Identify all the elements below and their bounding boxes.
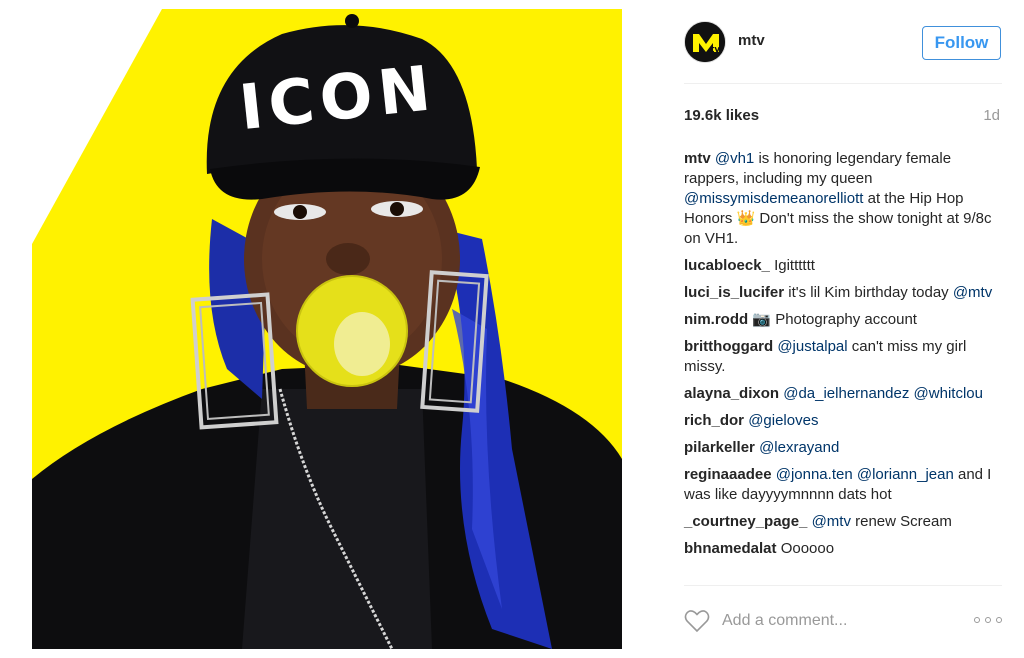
post-caption: mtv @vh1 is honoring legendary female ra… <box>684 149 1002 249</box>
comment-username[interactable]: nim.rodd <box>684 311 748 328</box>
post-header: tv mtv Follow <box>684 19 1002 63</box>
post-side-panel: tv mtv Follow 19.6k likes 1d mtv @vh1 is… <box>684 9 1002 649</box>
svg-text:tv: tv <box>710 45 720 55</box>
comment-text: Igitttttt <box>774 257 815 274</box>
post-username[interactable]: mtv <box>738 32 765 49</box>
mtv-logo-icon[interactable]: tv <box>684 21 726 63</box>
comment-item: lucabloeck_ Igitttttt <box>684 256 1002 276</box>
mention-link[interactable]: @mtv <box>812 513 851 530</box>
comment-text: renew Scream <box>850 513 952 530</box>
comment-item: britthoggard @justalpal can't miss my gi… <box>684 337 1002 377</box>
comment-item: nim.rodd 📷 Photography account <box>684 310 1002 330</box>
comment-bar <box>684 605 1002 641</box>
likes-count[interactable]: 19.6k likes <box>684 107 759 124</box>
comment-item: reginaaadee @jonna.ten @loriann_jean and… <box>684 465 1002 505</box>
comment-username[interactable]: lucabloeck_ <box>684 257 770 274</box>
likes-row: 19.6k likes 1d <box>684 107 1002 127</box>
more-options-icon[interactable] <box>974 614 1002 626</box>
mention-link[interactable]: @jonna.ten <box>776 466 853 483</box>
comments-divider <box>684 585 1002 586</box>
comment-text: it's lil Kim birthday today <box>788 284 953 301</box>
add-comment-input[interactable] <box>722 609 962 633</box>
post-age[interactable]: 1d <box>983 107 1000 124</box>
comment-item: luci_is_lucifer it's lil Kim birthday to… <box>684 283 1002 303</box>
mention-link[interactable]: @da_ielhernandez <box>783 385 909 402</box>
heart-icon[interactable] <box>684 609 710 633</box>
comment-username[interactable]: _courtney_page_ <box>684 513 807 530</box>
mention-link[interactable]: @mtv <box>953 284 992 301</box>
comment-username[interactable]: rich_dor <box>684 412 744 429</box>
mention-link[interactable]: @gieloves <box>748 412 818 429</box>
comment-item: pilarkeller @lexrayand <box>684 438 1002 458</box>
post-image[interactable]: ICON <box>32 9 622 649</box>
comment-username[interactable]: luci_is_lucifer <box>684 284 784 301</box>
comment-username[interactable]: reginaaadee <box>684 466 772 483</box>
comment-username[interactable]: alayna_dixon <box>684 385 779 402</box>
comment-username[interactable]: pilarkeller <box>684 439 755 456</box>
nose <box>326 243 370 275</box>
comment-item: rich_dor @gieloves <box>684 411 1002 431</box>
mention-link[interactable]: @whitclou <box>914 385 983 402</box>
mention-link[interactable]: @vh1 <box>715 150 754 167</box>
mention-link[interactable]: @loriann_jean <box>857 466 954 483</box>
comment-text: 📷 Photography account <box>752 311 917 328</box>
follow-button[interactable]: Follow <box>922 26 1001 60</box>
comment-item: bhnamedalat Oooooo <box>684 539 1002 559</box>
header-divider <box>684 83 1002 84</box>
comment-item: _courtney_page_ @mtv renew Scream <box>684 512 1002 532</box>
comment-username[interactable]: britthoggard <box>684 338 773 355</box>
mention-link[interactable]: @missymisdemeanorelliott <box>684 190 863 207</box>
mention-link[interactable]: @justalpal <box>777 338 847 355</box>
comments-list: mtv @vh1 is honoring legendary female ra… <box>684 149 1002 566</box>
comment-item: alayna_dixon @da_ielhernandez @whitclou <box>684 384 1002 404</box>
comment-username[interactable]: mtv <box>684 150 711 167</box>
comment-text: Oooooo <box>780 540 835 557</box>
comment-username[interactable]: bhnamedalat <box>684 540 777 557</box>
mention-link[interactable]: @lexrayand <box>759 439 839 456</box>
